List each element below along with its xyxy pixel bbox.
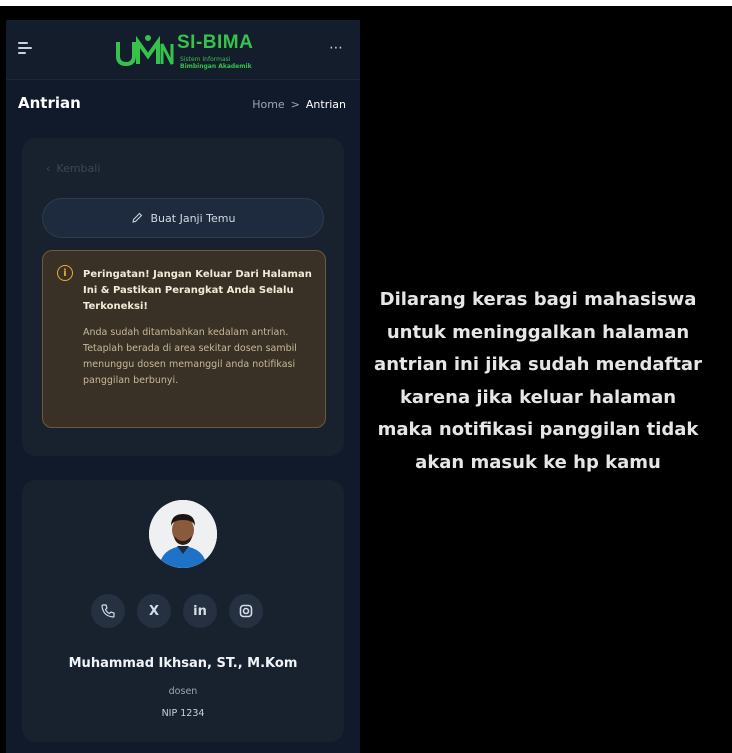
breadcrumb-current: Antrian: [305, 98, 346, 111]
breadcrumb-separator: >: [290, 98, 300, 111]
back-label: Kembali: [56, 162, 101, 175]
pencil-icon: [131, 212, 142, 223]
menu-icon[interactable]: [18, 42, 32, 54]
avatar: [149, 500, 217, 568]
top-border: [0, 0, 732, 6]
caption-line: antrian ini jika sudah mendaftar: [374, 354, 702, 375]
back-link[interactable]: ‹ Kembali: [46, 162, 100, 175]
instagram-icon[interactable]: [229, 594, 263, 628]
warning-alert: i Peringatan! Jangan Keluar Dari Halaman…: [42, 250, 326, 428]
caption-line: karena jika keluar halaman: [399, 386, 677, 408]
queue-card: ‹ Kembali Buat Janji Temu i Peringatan! J…: [22, 138, 344, 456]
caption-line: untuk meninggalkan halaman: [386, 321, 690, 343]
lecturer-role: dosen: [168, 686, 198, 697]
social-links: X in: [91, 594, 263, 628]
warning-title: Peringatan! Jangan Keluar Dari Halaman I…: [83, 269, 312, 312]
app-logo-subtitle: Bimbingan Akademik: [180, 63, 252, 70]
create-appointment-button[interactable]: Buat Janji Temu: [42, 198, 324, 238]
app-logo-title: SI-BIMA: [177, 32, 254, 53]
info-icon: i: [57, 265, 73, 281]
lecturer-card: X in Muhammad Ikhsan, ST., M.Kom dosen N…: [22, 480, 344, 742]
linkedin-icon[interactable]: in: [183, 594, 217, 628]
caption-line: Dilarang keras bagi mahasiswa: [379, 289, 697, 310]
lecturer-nip: NIP 1234: [161, 708, 205, 719]
lecturer-name: Muhammad Ikhsan, ST., M.Kom: [68, 656, 298, 671]
app-logo-subtitle: Sistem Informasi: [180, 56, 231, 63]
caption-line: maka notifikasi panggilan tidak: [377, 419, 699, 440]
page-title: Antrian: [18, 94, 81, 112]
x-icon[interactable]: X: [137, 594, 171, 628]
caption-line: akan masuk ke hp kamu: [415, 451, 661, 473]
app-bar: SI-BIMA Sistem Informasi Bimbingan Akade…: [6, 20, 360, 80]
phone-screen: SI-BIMA Sistem Informasi Bimbingan Akade…: [6, 20, 360, 753]
warning-body: Anda sudah ditambahkan kedalam antrian. …: [83, 327, 297, 386]
app-logo[interactable]: SI-BIMA Sistem Informasi Bimbingan Akade…: [114, 22, 262, 76]
phone-icon[interactable]: [91, 594, 125, 628]
breadcrumb: Home > Antrian: [252, 98, 346, 111]
overlay-caption: Dilarang keras bagi mahasiswa untuk meni…: [345, 284, 731, 479]
breadcrumb-home-link[interactable]: Home: [252, 98, 284, 111]
university-logo-icon: [116, 35, 174, 67]
more-options-icon[interactable]: ⋯: [329, 40, 344, 56]
create-appointment-label: Buat Janji Temu: [150, 211, 236, 225]
chevron-left-icon: ‹: [46, 162, 51, 175]
